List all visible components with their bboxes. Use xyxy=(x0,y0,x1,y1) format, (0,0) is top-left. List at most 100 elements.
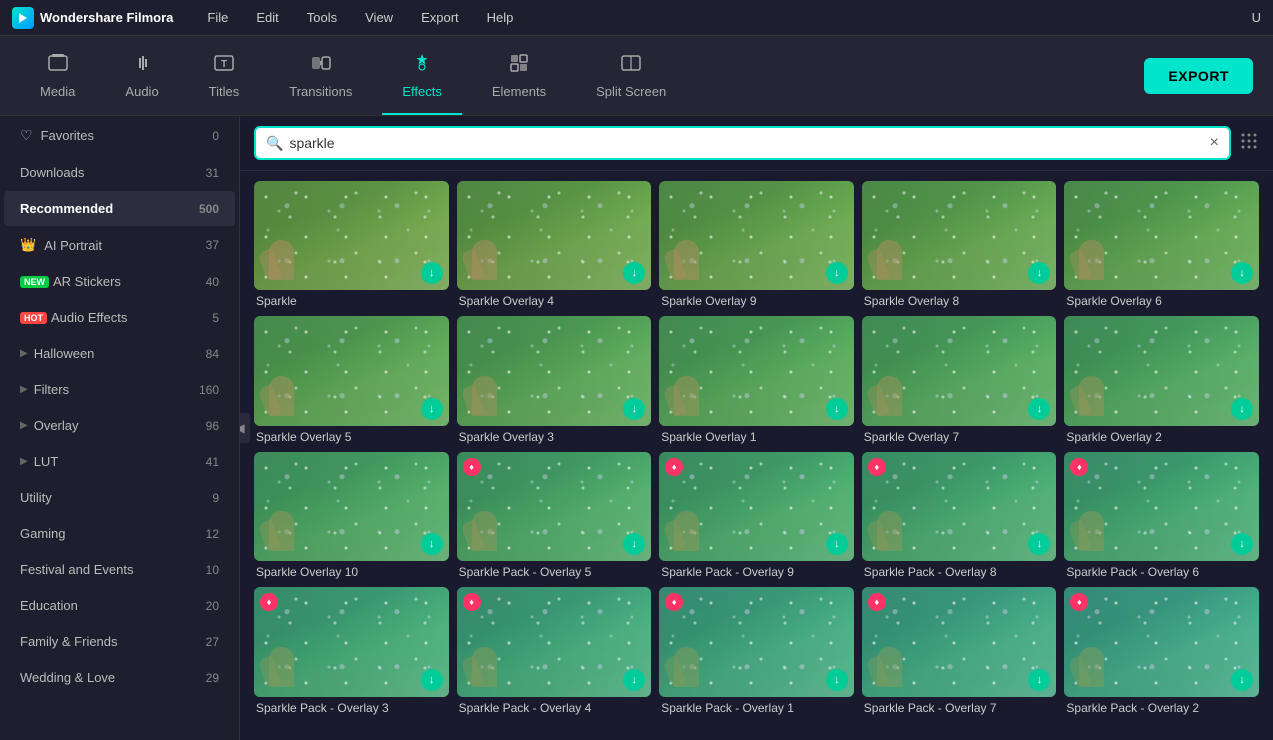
grid-item-20[interactable]: ♦ ↓ Sparkle Pack - Overlay 2 xyxy=(1064,587,1259,714)
sidebar-audio-effects-count: 5 xyxy=(212,311,219,325)
grid-item-9[interactable]: ↓ Sparkle Overlay 7 xyxy=(862,316,1057,443)
sidebar-ai-portrait-label: AI Portrait xyxy=(44,238,205,253)
toolbar-audio[interactable]: Audio xyxy=(105,44,178,107)
sidebar-item-wedding-love[interactable]: Wedding & Love 29 xyxy=(4,660,235,695)
grid-item-11[interactable]: ↓ Sparkle Overlay 10 xyxy=(254,452,449,579)
grid-thumb-5: ↓ xyxy=(1064,181,1259,290)
menu-tools[interactable]: Tools xyxy=(303,8,341,27)
toolbar-elements[interactable]: Elements xyxy=(472,44,566,107)
toolbar-titles[interactable]: T Titles xyxy=(189,44,260,107)
sidebar-gaming-label: Gaming xyxy=(20,526,206,541)
menu-file[interactable]: File xyxy=(203,8,232,27)
sidebar-utility-label: Utility xyxy=(20,490,212,505)
grid-item-5[interactable]: ↓ Sparkle Overlay 6 xyxy=(1064,181,1259,308)
search-options-button[interactable] xyxy=(1239,131,1259,156)
sidebar-item-downloads[interactable]: Downloads 31 xyxy=(4,155,235,190)
grid-thumb-6: ↓ xyxy=(254,316,449,425)
sidebar-item-education[interactable]: Education 20 xyxy=(4,588,235,623)
grid-item-19[interactable]: ♦ ↓ Sparkle Pack - Overlay 7 xyxy=(862,587,1057,714)
toolbar-transitions[interactable]: Transitions xyxy=(269,44,372,107)
sidebar-item-utility[interactable]: Utility 9 xyxy=(4,480,235,515)
grid-label-19: Sparkle Pack - Overlay 7 xyxy=(862,701,1057,715)
toolbar-audio-label: Audio xyxy=(125,84,158,99)
grid-area: ↓ Sparkle ↓ Sparkle Overlay 4 ↓ xyxy=(240,171,1273,740)
lut-chevron: ▶ xyxy=(20,456,28,467)
search-area: 🔍 × xyxy=(240,116,1273,171)
search-icon: 🔍 xyxy=(266,135,283,152)
menu-view[interactable]: View xyxy=(361,8,397,27)
export-button[interactable]: EXPORT xyxy=(1144,58,1253,94)
halloween-chevron: ▶ xyxy=(20,348,28,359)
sidebar-ar-stickers-count: 40 xyxy=(206,275,219,289)
grid-label-14: Sparkle Pack - Overlay 8 xyxy=(862,565,1057,579)
grid-item-15[interactable]: ♦ ↓ Sparkle Pack - Overlay 6 xyxy=(1064,452,1259,579)
grid-label-13: Sparkle Pack - Overlay 9 xyxy=(659,565,854,579)
sidebar-family-label: Family & Friends xyxy=(20,634,206,649)
app-logo-icon xyxy=(12,7,34,29)
sidebar-item-overlay[interactable]: ▶ Overlay 96 xyxy=(4,408,235,443)
grid-label-15: Sparkle Pack - Overlay 6 xyxy=(1064,565,1259,579)
sidebar-item-gaming[interactable]: Gaming 12 xyxy=(4,516,235,551)
grid-item-7[interactable]: ↓ Sparkle Overlay 3 xyxy=(457,316,652,443)
grid-item-2[interactable]: ↓ Sparkle Overlay 4 xyxy=(457,181,652,308)
toolbar-media[interactable]: Media xyxy=(20,44,95,107)
grid-label-4: Sparkle Overlay 8 xyxy=(862,294,1057,308)
grid-item-6[interactable]: ↓ Sparkle Overlay 5 xyxy=(254,316,449,443)
grid-item-4[interactable]: ↓ Sparkle Overlay 8 xyxy=(862,181,1057,308)
sidebar-downloads-count: 31 xyxy=(206,166,219,180)
svg-text:T: T xyxy=(221,59,227,70)
sidebar-item-audio-effects[interactable]: HOT Audio Effects 5 xyxy=(4,300,235,335)
main-area: ♡ Favorites 0 Downloads 31 Recommended 5… xyxy=(0,116,1273,740)
sidebar-wedding-count: 29 xyxy=(206,671,219,685)
sidebar-lut-count: 41 xyxy=(206,455,219,469)
grid-item-3[interactable]: ↓ Sparkle Overlay 9 xyxy=(659,181,854,308)
collapse-handle[interactable]: ◀ xyxy=(240,413,250,443)
menu-edit[interactable]: Edit xyxy=(252,8,282,27)
user-area[interactable]: U xyxy=(1252,10,1261,25)
favorites-icon: ♡ xyxy=(20,127,33,144)
sidebar-item-favorites[interactable]: ♡ Favorites 0 xyxy=(4,117,235,154)
grid-thumb-19: ♦ ↓ xyxy=(862,587,1057,696)
grid-item-18[interactable]: ♦ ↓ Sparkle Pack - Overlay 1 xyxy=(659,587,854,714)
search-box: 🔍 × xyxy=(254,126,1231,160)
split-screen-icon xyxy=(620,52,642,80)
sidebar-item-ar-stickers[interactable]: NEW AR Stickers 40 xyxy=(4,264,235,299)
sidebar-item-festival-events[interactable]: Festival and Events 10 xyxy=(4,552,235,587)
sidebar-item-ai-portrait[interactable]: 👑 AI Portrait 37 xyxy=(4,227,235,263)
hot-badge: HOT xyxy=(20,312,47,324)
grid-item-1[interactable]: ↓ Sparkle xyxy=(254,181,449,308)
toolbar-titles-label: Titles xyxy=(209,84,240,99)
toolbar-split-screen[interactable]: Split Screen xyxy=(576,44,686,107)
grid-item-8[interactable]: ↓ Sparkle Overlay 1 xyxy=(659,316,854,443)
grid-item-12[interactable]: ♦ ↓ Sparkle Pack - Overlay 5 xyxy=(457,452,652,579)
sidebar-item-halloween[interactable]: ▶ Halloween 84 xyxy=(4,336,235,371)
toolbar-effects-label: Effects xyxy=(402,84,442,99)
grid-item-17[interactable]: ♦ ↓ Sparkle Pack - Overlay 4 xyxy=(457,587,652,714)
toolbar-elements-label: Elements xyxy=(492,84,546,99)
sidebar-audio-effects-label: Audio Effects xyxy=(51,310,212,325)
grid-item-14[interactable]: ♦ ↓ Sparkle Pack - Overlay 8 xyxy=(862,452,1057,579)
sidebar-item-family-friends[interactable]: Family & Friends 27 xyxy=(4,624,235,659)
sidebar-wedding-label: Wedding & Love xyxy=(20,670,206,685)
grid-label-3: Sparkle Overlay 9 xyxy=(659,294,854,308)
sidebar-downloads-label: Downloads xyxy=(20,165,206,180)
sidebar-item-recommended[interactable]: Recommended 500 xyxy=(4,191,235,226)
sidebar-education-label: Education xyxy=(20,598,206,613)
download-badge: ↓ xyxy=(826,533,848,555)
premium-badge: ♦ xyxy=(665,458,683,476)
transitions-icon xyxy=(310,52,332,80)
grid-thumb-12: ♦ ↓ xyxy=(457,452,652,561)
menu-help[interactable]: Help xyxy=(483,8,518,27)
toolbar-effects[interactable]: Effects xyxy=(382,44,462,107)
grid-item-16[interactable]: ♦ ↓ Sparkle Pack - Overlay 3 xyxy=(254,587,449,714)
grid-item-13[interactable]: ♦ ↓ Sparkle Pack - Overlay 9 xyxy=(659,452,854,579)
menu-export[interactable]: Export xyxy=(417,8,463,27)
media-icon xyxy=(47,52,69,80)
grid-label-11: Sparkle Overlay 10 xyxy=(254,565,449,579)
search-input[interactable] xyxy=(289,135,1203,151)
sidebar-item-lut[interactable]: ▶ LUT 41 xyxy=(4,444,235,479)
search-clear-button[interactable]: × xyxy=(1210,134,1219,152)
sidebar-item-filters[interactable]: ▶ Filters 160 xyxy=(4,372,235,407)
grid-item-10[interactable]: ↓ Sparkle Overlay 2 xyxy=(1064,316,1259,443)
filters-chevron: ▶ xyxy=(20,384,28,395)
